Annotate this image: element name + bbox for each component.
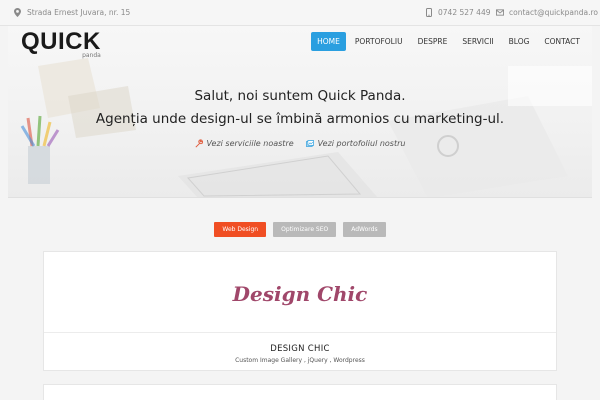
address-text: Strada Ernest Juvara, nr. 15 (27, 8, 131, 17)
portfolio-card-next[interactable] (43, 384, 557, 400)
portfolio-subtitle: Custom Image Gallery , jQuery , Wordpres… (235, 357, 365, 364)
nav-item-contact[interactable]: CONTACT (538, 32, 586, 51)
portfolio-link-text: Vezi portofoliul nostru (317, 139, 406, 148)
portfolio-filters: Web Design Optimizare SEO AdWords (0, 222, 600, 237)
portfolio-link[interactable]: Vezi portofoliul nostru (305, 139, 406, 148)
top-info-bar: Strada Ernest Juvara, nr. 15 0742 527 44… (0, 0, 600, 26)
filter-adwords[interactable]: AdWords (343, 222, 386, 237)
portfolio-title: DESIGN CHIC (270, 344, 330, 354)
phone-icon (425, 8, 433, 17)
nav-item-home[interactable]: HOME (311, 32, 346, 51)
site-logo[interactable]: QUICK panda (21, 29, 101, 60)
services-link[interactable]: Vezi serviciile noastre (194, 138, 294, 148)
map-pin-icon (13, 8, 21, 17)
services-link-text: Vezi serviciile noastre (206, 139, 294, 148)
envelope-icon (496, 9, 504, 17)
email-text: contact@quickpanda.ro (509, 8, 598, 17)
address-block: Strada Ernest Juvara, nr. 15 (13, 8, 130, 17)
filter-web-design[interactable]: Web Design (214, 222, 267, 237)
portfolio-card[interactable]: Design Chic DESIGN CHIC Custom Image Gal… (43, 251, 557, 371)
filter-seo[interactable]: Optimizare SEO (273, 222, 337, 237)
email-block[interactable]: contact@quickpanda.ro (496, 8, 598, 17)
tools-icon (194, 138, 203, 148)
nav-item-portofoliu[interactable]: PORTOFOLIU (349, 32, 409, 51)
nav-item-servicii[interactable]: SERVICII (456, 32, 499, 51)
hero-headline-1: Salut, noi suntem Quick Panda. (194, 88, 406, 104)
nav-item-blog[interactable]: BLOG (503, 32, 536, 51)
hero-section: QUICK panda HOME PORTOFOLIU DESPRE SERVI… (8, 26, 592, 198)
portfolio-script-title: Design Chic (232, 282, 368, 306)
hero-links: Vezi serviciile noastre Vezi portofoliul… (8, 138, 592, 148)
phone-text: 0742 527 449 (438, 8, 491, 17)
images-icon (305, 140, 314, 148)
nav-item-despre[interactable]: DESPRE (412, 32, 454, 51)
hero-headline-2: Agenția unde design-ul se îmbină armonio… (95, 111, 505, 127)
card-divider (44, 332, 556, 333)
main-nav: HOME PORTOFOLIU DESPRE SERVICII BLOG CON… (311, 32, 586, 51)
phone-block[interactable]: 0742 527 449 (425, 8, 491, 17)
